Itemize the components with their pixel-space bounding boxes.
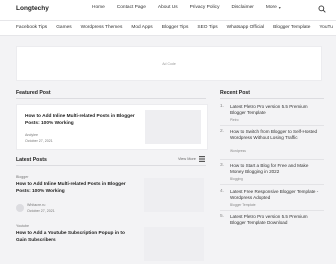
nav-item-more[interactable]: More ▾ <box>260 5 287 10</box>
recent-post-title[interactable]: Latest Pletro Pro version 5.5 Premium Bl… <box>230 104 322 116</box>
post-title[interactable]: How to Add Inline Multi-related Posts in… <box>16 182 128 195</box>
featured-post-date: October 27, 2021 <box>25 139 53 143</box>
category-link[interactable]: Games <box>56 25 71 30</box>
grid-view-icon[interactable] <box>199 156 205 162</box>
recent-post-number: 1. <box>220 104 225 109</box>
list-divider <box>220 184 324 185</box>
latest-post-item[interactable]: Blogger How to Add Inline Multi-related … <box>16 175 206 215</box>
category-link[interactable]: Whatsapp Official <box>227 25 265 30</box>
recent-post-number: 4. <box>220 189 225 194</box>
post-category-tag[interactable]: Blogger <box>16 175 28 179</box>
category-bar: Facebook Tips Games Wordpress Themes Mod… <box>0 21 336 36</box>
ad-placeholder: Ad Code <box>16 46 322 81</box>
recent-post-title[interactable]: Latest Free Responsive Blogger Template … <box>230 189 322 201</box>
post-thumbnail[interactable] <box>144 227 204 261</box>
view-more-link[interactable]: View More <box>178 157 196 161</box>
section-divider <box>16 165 206 166</box>
section-divider <box>16 98 206 99</box>
recent-post-title[interactable]: Latest Pletro Pro version 5.5 Premium Bl… <box>230 214 322 226</box>
post-category-tag[interactable]: Youtube <box>16 224 29 228</box>
search-icon[interactable] <box>318 5 326 13</box>
recent-post-number: 2. <box>220 129 225 134</box>
chevron-down-icon: ▾ <box>278 5 281 10</box>
category-link[interactable]: Facebook Tips <box>16 25 47 30</box>
post-date: October 27, 2021 <box>27 209 55 213</box>
avatar <box>16 204 24 212</box>
top-navbar: Longtechy Home Contact Page About Us Pri… <box>0 0 336 21</box>
latest-post-item[interactable]: Youtube How to Add a Youtube Subscriptio… <box>16 224 206 264</box>
recent-post-number: 5. <box>220 214 225 219</box>
nav-item-contact[interactable]: Contact Page <box>111 5 152 10</box>
list-divider <box>220 210 324 211</box>
category-link[interactable]: Wordpress Themes <box>81 25 123 30</box>
ad-label: Ad Code <box>162 61 176 66</box>
category-link[interactable]: YouTu <box>319 25 333 30</box>
section-divider <box>220 98 324 99</box>
recent-post-meta: Wordpress <box>230 149 246 153</box>
category-link[interactable]: Mod Apps <box>131 25 152 30</box>
list-divider <box>220 125 324 126</box>
site-logo[interactable]: Longtechy <box>16 5 49 12</box>
featured-heading: Featured Post <box>16 90 51 96</box>
category-link[interactable]: SEO Tips <box>197 25 217 30</box>
post-author: Whitacre.ru <box>27 203 46 207</box>
category-link[interactable]: Blogger Template <box>273 25 310 30</box>
recent-post-title[interactable]: How to Switch from Blogger to Self-Hoste… <box>230 129 322 141</box>
featured-post-thumbnail[interactable] <box>145 110 201 144</box>
nav-item-about[interactable]: About Us <box>152 5 184 10</box>
list-divider <box>220 159 324 160</box>
nav-item-disclaimer[interactable]: Disclaimer <box>225 5 259 10</box>
featured-post-author: Andylee <box>25 133 38 137</box>
recent-post-meta: Blogger Template <box>230 203 256 207</box>
featured-post-card[interactable]: How to Add Inline Multi-related Posts in… <box>16 104 208 150</box>
recent-post-number: 3. <box>220 163 225 168</box>
post-title[interactable]: How to Add a Youtube Subscription Popup … <box>16 231 128 244</box>
latest-heading: Latest Posts <box>16 157 47 163</box>
recent-post-meta: Blogging <box>230 177 243 181</box>
nav-item-home[interactable]: Home <box>86 5 111 10</box>
nav-more-label: More <box>265 5 277 10</box>
featured-post-title[interactable]: How to Add Inline Multi-related Posts in… <box>25 114 137 127</box>
recent-heading: Recent Post <box>220 90 250 96</box>
post-thumbnail[interactable] <box>144 178 204 212</box>
recent-post-meta: Pletro <box>230 118 239 122</box>
nav-item-privacy[interactable]: Privacy Policy <box>184 5 226 10</box>
category-link[interactable]: Blogger Tips <box>162 25 189 30</box>
main-menu: Home Contact Page About Us Privacy Polic… <box>86 5 287 10</box>
recent-post-title[interactable]: How to Start a Blog for Free and Make Mo… <box>230 163 322 175</box>
